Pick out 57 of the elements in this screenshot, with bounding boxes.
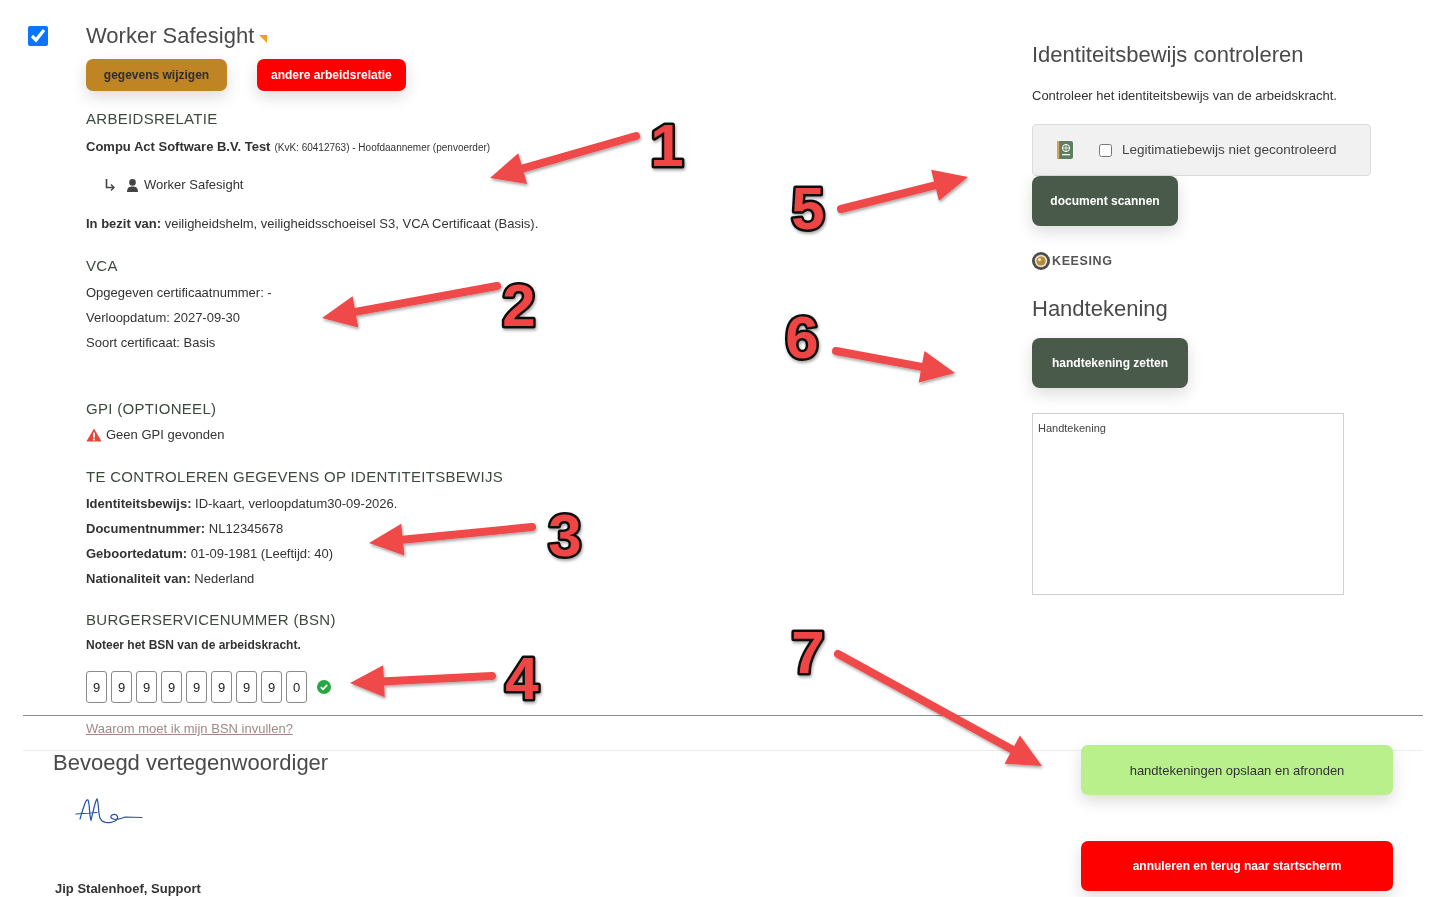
detail-line: Documentnummer: NL12345678 (86, 520, 284, 538)
sign-button[interactable]: handtekening zetten (1032, 338, 1188, 388)
digit-field[interactable]: 9 (186, 671, 207, 703)
scan-button[interactable]: document scannen (1032, 176, 1178, 226)
section-title: Bevoegd vertegenwoordiger (53, 751, 329, 775)
logo-text: KEESING (1052, 254, 1113, 268)
logo-icon (1032, 252, 1050, 270)
triangle-icon (259, 35, 268, 43)
instruction-text: Noteer het BSN van de arbeidskracht. (86, 637, 301, 654)
digit-field[interactable]: 9 (136, 671, 157, 703)
section-heading: BURGERSERVICENUMMER (BSN) (86, 610, 336, 630)
gpi-message: Geen GPI gevonden (106, 426, 225, 444)
annotation-number: 1 (650, 112, 684, 179)
cancel-button[interactable]: annuleren en terug naar startscherm (1081, 841, 1393, 891)
digit-field[interactable]: 9 (211, 671, 232, 703)
annotation-number: 4 (505, 645, 539, 712)
description-text: Controleer het identiteitsbewijs van de arbeidskracht. (1032, 87, 1337, 105)
signature-field[interactable]: Handtekening (1032, 413, 1344, 595)
edit-button[interactable]: gegevens wijzigen (86, 59, 227, 91)
return-arrow-icon (105, 179, 115, 191)
digit-field[interactable]: 9 (236, 671, 257, 703)
section-heading: ARBEIDSRELATIE (86, 109, 218, 129)
representative-name: Jip Stalenhoef, Support (55, 881, 201, 897)
worker-checkbox[interactable] (28, 26, 48, 46)
digit-field[interactable]: 9 (261, 671, 282, 703)
digit-field[interactable]: 9 (161, 671, 182, 703)
annotation-number: 5 (791, 175, 825, 242)
detail-line: Opgegeven certificaatnummer: - (86, 284, 272, 302)
possession-text: In bezit van: veiligheidshelm, veiligheidsschoeisel S3, VCA Certificaat (Basis). (86, 215, 539, 233)
save-button[interactable]: handtekeningen opslaan en afronden (1081, 745, 1393, 795)
annotation-number: 3 (548, 502, 582, 569)
section-heading: VCA (86, 256, 118, 276)
company-name: Compu Act Software B.V. Test (86, 138, 271, 156)
checkbox-label: Legitimatiebewijs niet gecontroleerd (1122, 141, 1337, 159)
id-checked-checkbox[interactable] (1099, 143, 1112, 157)
panel-title: Identiteitsbewijs controleren (1032, 41, 1304, 69)
digit-field[interactable]: 9 (86, 671, 107, 703)
detail-line: Verloopdatum: 2027-09-30 (86, 309, 240, 327)
digit-field[interactable]: 9 (111, 671, 132, 703)
panel-title: Handtekening (1032, 295, 1168, 323)
detail-line: Nationaliteit van: Nederland (86, 570, 255, 588)
worker-title: Worker Safesight (86, 22, 255, 50)
detail-line: Identiteitsbewijs: ID-kaart, verloopdatum30-09-2026. (86, 495, 398, 513)
detail-line: Soort certificaat: Basis (86, 334, 216, 352)
digit-field[interactable]: 0 (286, 671, 307, 703)
annotation-number: 2 (502, 272, 536, 339)
detail-line: Geboortedatum: 01-09-1981 (Leeftijd: 40) (86, 545, 334, 563)
relation-button[interactable]: andere arbeidsrelatie (257, 59, 406, 91)
annotation-number: 6 (785, 304, 819, 371)
section-heading: GPI (OPTIONEEL) (86, 399, 217, 419)
passport-icon (1057, 141, 1073, 159)
section-heading: TE CONTROLEREN GEGEVENS OP IDENTITEITSBEWIJS (86, 467, 504, 487)
person-icon (127, 178, 138, 192)
employee-name: Worker Safesight (144, 176, 244, 194)
annotation-number: 7 (791, 619, 825, 686)
warning-icon (86, 428, 102, 442)
company-details: (KvK: 60412763) - Hoofdaannemer (penvoerder) (274, 141, 491, 155)
